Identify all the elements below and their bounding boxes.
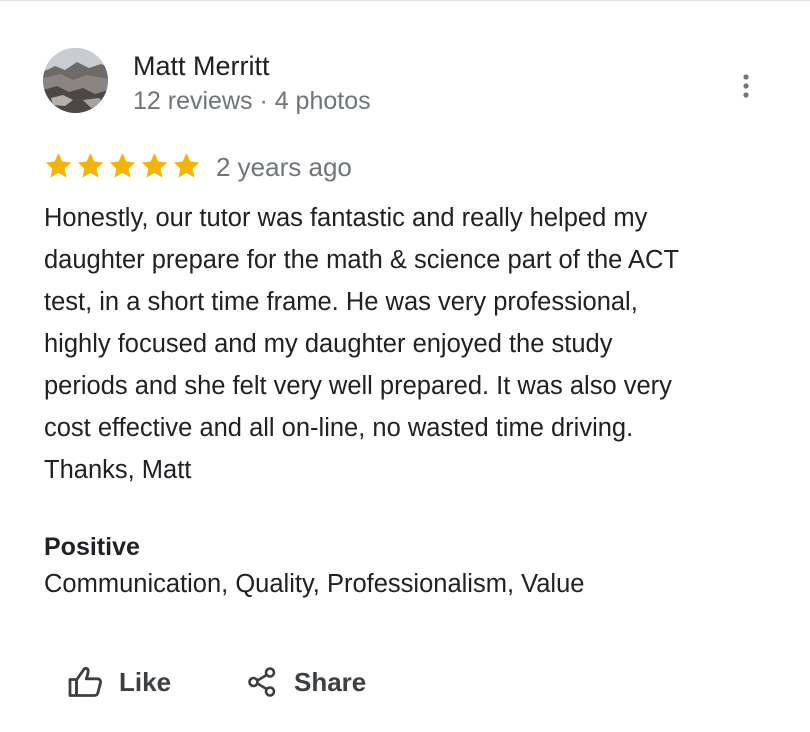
star-icon <box>139 151 170 181</box>
star-icon <box>75 151 106 181</box>
author-meta: 12 reviews · 4 photos <box>133 87 371 115</box>
share-label: Share <box>294 666 367 697</box>
share-button[interactable]: Share <box>246 660 366 704</box>
positive-heading: Positive <box>44 533 140 561</box>
like-label: Like <box>119 666 172 697</box>
review-text: Honestly, our tutor was fantastic and re… <box>44 204 680 484</box>
more-options-button[interactable] <box>726 66 766 106</box>
more-vert-icon <box>742 73 750 99</box>
avatar-photo <box>43 48 108 113</box>
star-icon <box>43 151 74 181</box>
like-button[interactable]: Like <box>67 660 171 704</box>
author-name[interactable]: Matt Merritt <box>133 51 270 82</box>
avatar[interactable] <box>43 48 108 113</box>
thumb-up-icon <box>67 666 103 698</box>
share-icon <box>246 666 278 698</box>
top-divider <box>0 0 810 1</box>
star-icon <box>107 151 138 181</box>
positive-values: Communication, Quality, Professionalism,… <box>44 570 585 598</box>
star-icon <box>171 151 202 181</box>
review-time: 2 years ago <box>216 152 352 182</box>
star-rating <box>43 151 202 181</box>
